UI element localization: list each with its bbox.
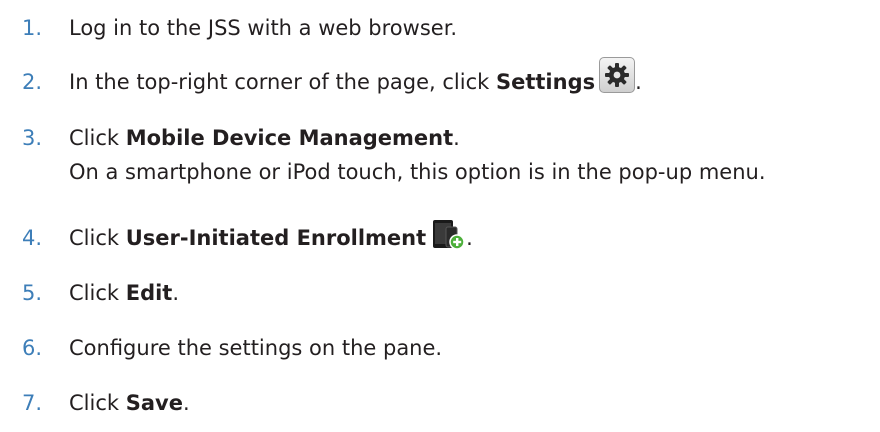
step-text-end: . — [182, 391, 190, 415]
step-number: 6. — [22, 336, 43, 360]
user-initiated-enrollment-label: User-Initiated Enrollment — [125, 226, 427, 250]
step-text-lead: Click — [69, 391, 126, 415]
step-text: Click Edit . — [69, 281, 179, 305]
save-label: Save — [125, 391, 183, 415]
step-text: Click User-Initiated Enrollment . — [69, 220, 473, 251]
step-text: Click Mobile Device Management . — [69, 126, 460, 150]
step-text: In the top-right corner of the page, cli… — [69, 57, 642, 94]
step-text: Configure the settings on the pane. — [69, 336, 443, 360]
step-text-lead: Click — [69, 281, 126, 305]
step-number: 1. — [22, 16, 43, 40]
step-3-note: On a smartphone or iPod touch, this opti… — [69, 160, 766, 184]
step-text-end: . — [635, 70, 642, 94]
settings-label: Settings — [495, 70, 596, 94]
step-text-lead: Click — [69, 226, 126, 250]
step-number: 7. — [22, 391, 43, 415]
step-number: 5. — [22, 281, 43, 305]
step-text-end: . — [453, 126, 460, 150]
step-text-lead: Click — [69, 126, 126, 150]
mobile-device-management-label: Mobile Device Management — [125, 126, 454, 150]
step-text-end: . — [466, 226, 473, 250]
step-number: 2. — [22, 70, 43, 94]
step-text-lead: In the top-right corner of the page, cli… — [69, 70, 496, 94]
step-text: Log in to the JSS with a web browser. — [69, 16, 458, 40]
step-text: Click Save . — [69, 391, 190, 415]
mobile-device-add-icon — [432, 219, 466, 251]
step-number: 4. — [22, 226, 43, 250]
edit-label: Edit — [125, 281, 173, 305]
step-number: 3. — [22, 126, 43, 150]
step-text-end: . — [172, 281, 180, 305]
gear-icon — [599, 57, 636, 93]
